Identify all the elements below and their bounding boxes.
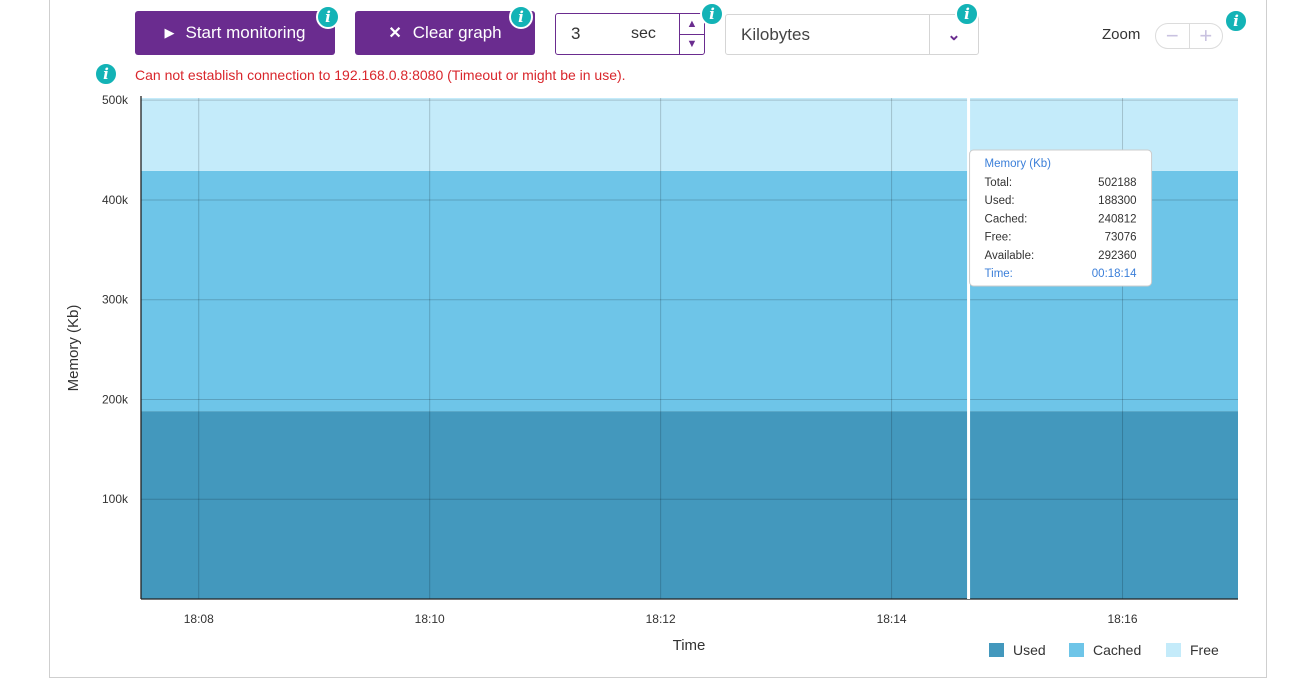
x-tick-label: 18:10 — [415, 612, 445, 626]
x-axis-title: Time — [673, 637, 706, 654]
x-tick-label: 18:12 — [646, 612, 676, 626]
tooltip-time-value: 00:18:14 — [1092, 268, 1137, 280]
tooltip-row-label: Total: — [985, 177, 1013, 189]
memory-chart[interactable]: 500k 400k 300k 200k 100k 18:08 18:10 18:12 18:14… — [0, 0, 1306, 663]
y-tick-label: 300k — [102, 293, 129, 307]
legend-swatch-used — [989, 643, 1004, 657]
legend-label-used: Used — [1013, 642, 1046, 658]
legend-swatch-free — [1166, 643, 1181, 657]
tooltip-row-value: 292360 — [1098, 250, 1136, 262]
tooltip-row-label: Available: — [985, 250, 1035, 262]
legend-label-free: Free — [1190, 642, 1219, 658]
tooltip-row-label: Free: — [985, 232, 1012, 244]
y-axis-title: Memory (Kb) — [65, 305, 82, 392]
tooltip-row-value: 73076 — [1105, 232, 1137, 244]
tooltip-time-label: Time: — [985, 268, 1013, 280]
x-tick-label: 18:16 — [1108, 612, 1138, 626]
y-tick-label: 200k — [102, 392, 129, 406]
y-tick-label: 400k — [102, 193, 129, 207]
tooltip-row-label: Cached: — [985, 213, 1028, 225]
x-tick-label: 18:08 — [184, 612, 214, 626]
tooltip-row-value: 502188 — [1098, 177, 1136, 189]
y-tick-label: 100k — [102, 492, 129, 506]
x-tick-label: 18:14 — [877, 612, 907, 626]
tooltip-row-label: Used: — [985, 195, 1015, 207]
tooltip-row-value: 240812 — [1098, 213, 1136, 225]
legend-swatch-cached — [1069, 643, 1084, 657]
legend-label-cached: Cached — [1093, 642, 1141, 658]
area-used — [141, 411, 1238, 599]
tooltip-title: Memory (Kb) — [985, 158, 1052, 170]
y-tick-label: 500k — [102, 93, 129, 107]
tooltip-row-value: 188300 — [1098, 195, 1136, 207]
